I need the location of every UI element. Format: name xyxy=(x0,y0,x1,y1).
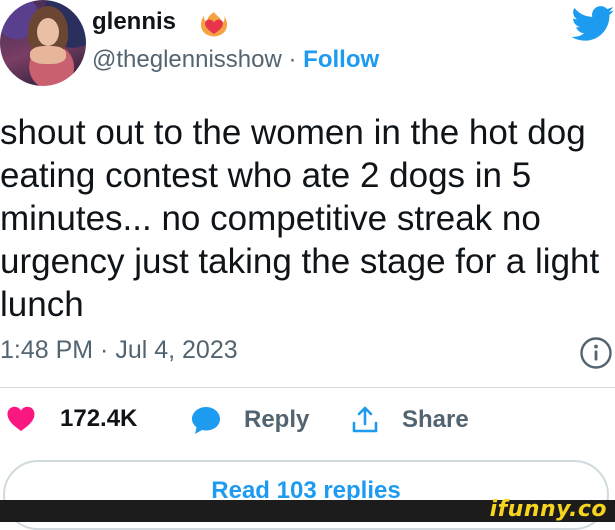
reply-bubble-icon xyxy=(192,407,220,434)
twitter-bird-icon[interactable] xyxy=(571,6,615,42)
separator-dot: · xyxy=(288,46,297,73)
divider xyxy=(0,387,615,388)
share-label: Share xyxy=(402,406,469,433)
heart-icon xyxy=(7,406,35,431)
avatar[interactable] xyxy=(0,0,86,86)
tweet-text: shout out to the women in the hot dog ea… xyxy=(0,113,600,324)
fire-heart-emoji-icon xyxy=(200,12,228,37)
like-count: 172.4K xyxy=(60,405,138,432)
author-handle[interactable]: @theglennisshow xyxy=(92,46,282,73)
follow-button[interactable]: Follow xyxy=(303,46,379,73)
like-button[interactable]: 172.4K xyxy=(6,405,137,433)
share-button[interactable]: Share xyxy=(350,405,469,435)
ifunny-watermark: ifunny.co xyxy=(489,497,607,522)
reply-button[interactable]: Reply xyxy=(190,405,309,435)
tweet-timestamp[interactable]: 1:48 PM · Jul 4, 2023 xyxy=(0,336,238,365)
info-icon[interactable] xyxy=(579,336,613,370)
action-bar: 172.4K Reply Share xyxy=(0,405,615,445)
share-icon xyxy=(352,406,378,433)
handle-row: @theglennisshow · Follow xyxy=(92,46,379,74)
reply-label: Reply xyxy=(244,406,310,433)
author-name[interactable]: glennis xyxy=(92,8,176,36)
